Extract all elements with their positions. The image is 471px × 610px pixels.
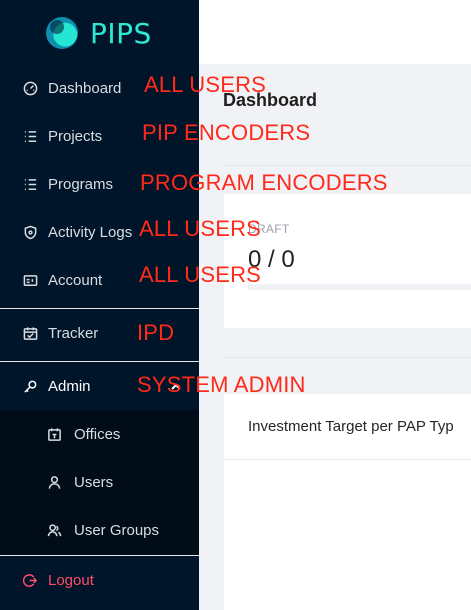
card-title: Investment Target per PAP Typ: [248, 418, 454, 435]
pips-logo-icon: [46, 17, 78, 49]
summary-card: DRAFT 0 / 0: [224, 194, 471, 328]
sidebar-item-label: Programs: [48, 175, 114, 193]
brand[interactable]: PIPS: [46, 14, 152, 52]
sidebar-item-label: Logout: [48, 571, 94, 589]
sidebar-item-label: Offices: [74, 425, 121, 443]
annotation-label: IPD: [137, 320, 175, 345]
user-icon: [46, 474, 62, 490]
sidebar-item-label: Dashboard: [48, 79, 122, 97]
id-card-icon: [22, 272, 38, 288]
top-header: [199, 0, 471, 64]
sidebar-item-label: Users: [74, 473, 114, 491]
divider: [223, 357, 471, 358]
sidebar-item-offices[interactable]: Offices: [0, 410, 199, 458]
dashboard-icon: [22, 80, 38, 96]
sidebar-item-label: Account: [48, 271, 103, 289]
brand-name: PIPS: [90, 16, 152, 50]
investment-target-card-header: Investment Target per PAP Typ: [224, 394, 471, 460]
sidebar-item-label: Admin: [48, 377, 91, 395]
sidebar-item-label: Activity Logs: [48, 223, 133, 241]
sidebar-item-user-groups[interactable]: User Groups: [0, 506, 199, 554]
divider: [223, 165, 471, 166]
users-icon: [46, 522, 62, 538]
shield-icon: [22, 224, 38, 240]
annotation-label: ALL USERS: [139, 262, 262, 287]
sidebar-item-label: Projects: [48, 127, 103, 145]
office-icon: [46, 426, 62, 442]
sidebar-item-users[interactable]: Users: [0, 458, 199, 506]
sidebar-item-label: Tracker: [48, 324, 99, 342]
annotation-label: PROGRAM ENCODERS: [140, 170, 388, 195]
annotation-label: SYSTEM ADMIN: [137, 372, 306, 397]
logout-icon: [22, 572, 38, 588]
sidebar-item-label: User Groups: [74, 521, 160, 539]
calendar-icon: [22, 325, 38, 341]
annotation-label: ALL USERS: [139, 216, 262, 241]
investment-target-card-body: [224, 460, 471, 610]
annotation-label: ALL USERS: [144, 72, 267, 97]
key-icon: [22, 378, 38, 394]
list-icon: [22, 176, 38, 192]
sidebar-item-logout[interactable]: Logout: [0, 556, 199, 604]
list-icon: [22, 128, 38, 144]
stat-draft[interactable]: DRAFT 0 / 0: [248, 222, 471, 290]
annotation-label: PIP ENCODERS: [142, 120, 311, 145]
